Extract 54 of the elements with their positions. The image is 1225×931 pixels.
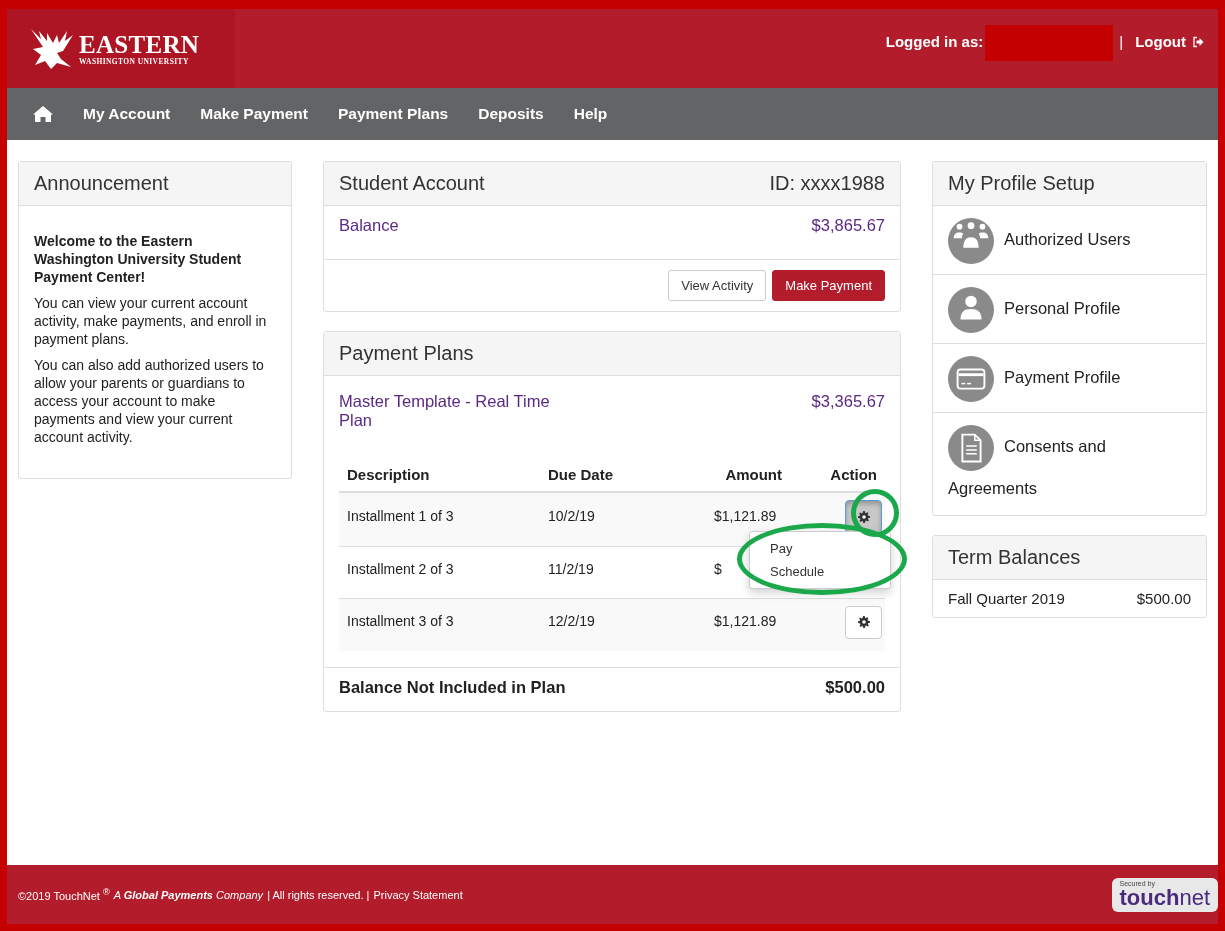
rights-text: | All rights reserved. |: [267, 888, 370, 901]
nav-link[interactable]: My Account: [83, 105, 171, 123]
copyright-text: ©2019 TouchNet $^{®}$: [18, 887, 110, 902]
separator: |: [1119, 32, 1124, 52]
table-cell: 10/2/19: [540, 492, 663, 546]
nav-link[interactable]: Payment Plans: [337, 105, 449, 123]
profile-setup-link[interactable]: Authorized Users: [933, 206, 1206, 274]
plan-amount: $3,365.67: [811, 392, 885, 411]
menu-item[interactable]: Pay: [750, 537, 890, 560]
table-cell: Installment 1 of 3: [339, 492, 540, 546]
panel-title: My Profile Setup: [933, 162, 1206, 206]
gear-icon: [857, 510, 870, 523]
home-icon[interactable]: [33, 106, 53, 122]
announcement-text: You can view your current account activity, make payments, and enroll in payment plans.: [34, 294, 267, 348]
profile-setup-link[interactable]: Payment Profile: [933, 343, 1206, 412]
term-amount: $500.00: [1136, 590, 1191, 607]
plan-name-link[interactable]: Master Template - Real Time Plan: [339, 392, 584, 430]
balance-not-included-label: Balance Not Included in Plan: [339, 678, 566, 697]
announcement-text: You can also add authorized users to allow your parents or guardians to access your account to make payments and view your current account activity.: [34, 356, 265, 446]
logo-wordmark: EASTERN: [79, 31, 200, 57]
welcome-heading: Welcome to the Eastern Washington University Student Payment Center!: [34, 232, 243, 286]
profile-setup-link[interactable]: Consents and Agreements: [933, 412, 1206, 515]
company-text: A Global Payments Company: [113, 888, 264, 901]
panel-title: Payment Plans: [324, 332, 900, 376]
logout-icon: [1192, 36, 1204, 48]
gear-icon: [857, 616, 870, 628]
panel-title: Student Account: [339, 172, 485, 195]
action-button[interactable]: [845, 605, 882, 639]
balance-link[interactable]: Balance: [339, 216, 399, 235]
balance-not-included-amount: $500.00: [825, 678, 885, 697]
logged-in-label: Logged in as:: [885, 32, 984, 52]
users-icon: [948, 218, 994, 264]
document-icon: [948, 425, 994, 471]
balance-amount: $3,865.67: [811, 216, 885, 235]
table-cell-text: $1,121.89: [714, 507, 778, 524]
make-payment-button[interactable]: Make Payment: [772, 270, 885, 301]
nav-link[interactable]: Deposits: [478, 105, 544, 123]
profile-setup-link[interactable]: Personal Profile: [933, 274, 1206, 343]
table-cell-text: $1,121.89: [714, 613, 778, 630]
nav-link[interactable]: Make Payment: [200, 105, 308, 123]
term-name: Fall Quarter 2019: [948, 590, 1065, 607]
person-icon: [948, 287, 994, 333]
panel-title: Announcement: [19, 162, 291, 206]
view-activity-button[interactable]: View Activity: [668, 270, 767, 301]
credit-card-icon: [948, 356, 994, 402]
privacy-statement-link[interactable]: Privacy Statement: [373, 888, 463, 901]
account-id: ID: xxxx1988: [769, 172, 885, 195]
nav-link[interactable]: Help: [573, 105, 608, 123]
panel-title: Term Balances: [933, 536, 1206, 580]
table-cell: 12/2/19: [540, 598, 663, 651]
badge-brand: touchnet: [1119, 886, 1210, 909]
table-cell: Installment 3 of 3: [339, 598, 540, 651]
menu-item[interactable]: Schedule: [750, 560, 890, 583]
logout-link[interactable]: Logout: [1135, 25, 1204, 59]
